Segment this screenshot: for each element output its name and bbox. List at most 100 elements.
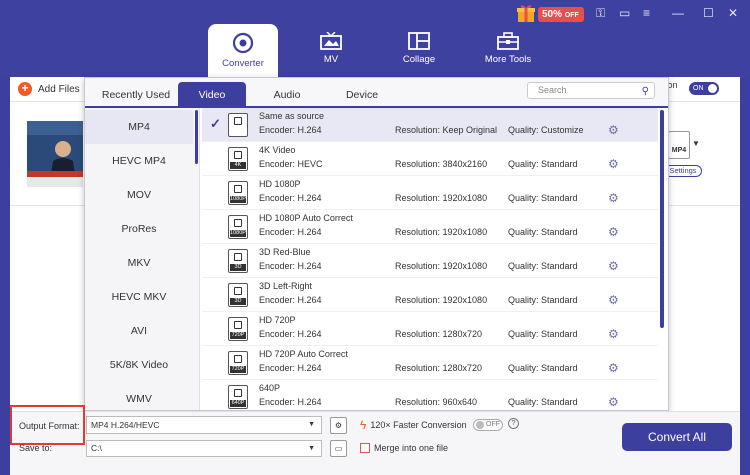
video-file-icon: 3D bbox=[228, 249, 248, 273]
tab-recently-used[interactable]: Recently Used bbox=[96, 78, 176, 106]
preset-quality: Quality: Standard bbox=[508, 159, 578, 169]
converter-icon bbox=[232, 32, 254, 54]
faster-conversion: ϟ 120× Faster Conversion bbox=[360, 418, 467, 432]
preset-row[interactable]: 720P HD 720P Encoder: H.264 Resolution: 128… bbox=[202, 312, 658, 346]
promo-banner[interactable]: 50% OFF bbox=[516, 3, 586, 23]
video-file-icon: 1080P bbox=[228, 181, 248, 205]
key-icon[interactable]: ⚿ bbox=[596, 6, 605, 21]
preset-name: HD 1080P Auto Correct bbox=[259, 213, 353, 223]
preset-row[interactable]: 1080P HD 1080P Auto Correct Encoder: H.264… bbox=[202, 210, 658, 244]
tab-label: More Tools bbox=[484, 54, 532, 65]
format-item[interactable]: HEVC MP4 bbox=[85, 144, 193, 178]
gear-icon[interactable]: ⚙ bbox=[608, 225, 619, 239]
format-item[interactable]: MOV bbox=[85, 178, 193, 212]
output-format-icon[interactable]: MP4 bbox=[668, 131, 690, 159]
preset-quality: Quality: Standard bbox=[508, 363, 578, 373]
preset-row[interactable]: 1080P HD 1080P Encoder: H.264 Resolution: 1… bbox=[202, 176, 658, 210]
preset-row[interactable]: 720P HD 720P Auto Correct Encoder: H.264 Re… bbox=[202, 346, 658, 380]
settings-button[interactable]: Settings bbox=[664, 165, 702, 177]
format-item[interactable]: MKV bbox=[85, 246, 193, 280]
close-icon[interactable]: ✕ bbox=[728, 6, 738, 20]
format-settings-button[interactable]: ⚙ bbox=[330, 417, 347, 434]
menu-icon[interactable]: ≡ bbox=[643, 6, 650, 20]
format-item[interactable]: 5K/8K Video bbox=[85, 348, 193, 382]
preset-name: Same as source bbox=[259, 111, 325, 121]
gear-icon[interactable]: ⚙ bbox=[608, 361, 619, 375]
faster-conversion-toggle[interactable]: OFF bbox=[473, 419, 503, 431]
preset-row[interactable]: 640P 640P Encoder: H.264 Resolution: 960x64… bbox=[202, 380, 658, 414]
video-file-icon: 3D bbox=[228, 283, 248, 307]
mv-icon bbox=[320, 32, 342, 50]
preset-resolution: Resolution: 1920x1080 bbox=[395, 261, 488, 271]
help-icon[interactable]: ? bbox=[508, 418, 519, 429]
preset-resolution: Resolution: 960x640 bbox=[395, 397, 478, 407]
preset-row[interactable]: 3D 3D Red-Blue Encoder: H.264 Resolution: 1… bbox=[202, 244, 658, 278]
format-item[interactable]: HEVC MKV bbox=[85, 280, 193, 314]
gear-icon[interactable]: ⚙ bbox=[608, 157, 619, 171]
preset-encoder: Encoder: H.264 bbox=[259, 397, 322, 407]
gear-icon[interactable]: ⚙ bbox=[608, 395, 619, 409]
chevron-down-icon: ▼ bbox=[308, 421, 315, 428]
convert-all-button[interactable]: Convert All bbox=[622, 423, 732, 451]
preset-quality: Quality: Standard bbox=[508, 397, 578, 407]
tab-mv[interactable]: MV bbox=[296, 24, 366, 74]
preset-encoder: Encoder: H.264 bbox=[259, 193, 322, 203]
video-file-icon bbox=[228, 113, 248, 137]
preset-name: 4K Video bbox=[259, 145, 296, 155]
video-thumbnail[interactable] bbox=[27, 121, 83, 187]
toolbox-icon bbox=[497, 32, 519, 50]
minimize-icon[interactable]: — bbox=[672, 6, 684, 20]
video-file-icon: 720P bbox=[228, 351, 248, 375]
gear-icon[interactable]: ⚙ bbox=[608, 327, 619, 341]
maximize-icon[interactable]: ☐ bbox=[703, 6, 714, 20]
preset-name: 3D Left-Right bbox=[259, 281, 313, 291]
preset-resolution: Resolution: 1280x720 bbox=[395, 363, 483, 373]
preset-row[interactable]: 3D 3D Left-Right Encoder: H.264 Resolution:… bbox=[202, 278, 658, 312]
preset-name: HD 720P Auto Correct bbox=[259, 349, 348, 359]
tab-audio[interactable]: Audio bbox=[257, 78, 317, 106]
tab-label: Converter bbox=[222, 58, 264, 69]
tab-video[interactable]: Video bbox=[178, 82, 246, 108]
preset-encoder: Encoder: H.264 bbox=[259, 227, 322, 237]
add-files-button[interactable]: + Add Files bbox=[18, 80, 88, 98]
preset-encoder: Encoder: H.264 bbox=[259, 261, 322, 271]
save-to-select[interactable]: C:\ ▼ bbox=[86, 440, 322, 457]
open-folder-button[interactable]: ▭ bbox=[330, 440, 347, 457]
search-input[interactable]: Search ⚲ bbox=[527, 82, 655, 99]
video-file-icon: 4K bbox=[228, 147, 248, 171]
format-item[interactable]: MP4 bbox=[85, 110, 193, 144]
preset-encoder: Encoder: HEVC bbox=[259, 159, 323, 169]
preset-row[interactable]: 4K 4K Video Encoder: HEVC Resolution: 3840x… bbox=[202, 142, 658, 176]
format-item[interactable]: AVI bbox=[85, 314, 193, 348]
preset-encoder: Encoder: H.264 bbox=[259, 329, 322, 339]
gear-icon[interactable]: ⚙ bbox=[608, 191, 619, 205]
format-item[interactable]: ProRes bbox=[85, 212, 193, 246]
output-format-select[interactable]: MP4 H.264/HEVC ▼ bbox=[86, 416, 322, 434]
gear-icon[interactable]: ⚙ bbox=[608, 259, 619, 273]
feedback-icon[interactable]: ▭ bbox=[619, 6, 630, 20]
tab-more-tools[interactable]: More Tools bbox=[473, 24, 543, 74]
format-list-scrollbar[interactable] bbox=[195, 110, 198, 164]
preset-quality: Quality: Standard bbox=[508, 193, 578, 203]
merge-checkbox[interactable]: Merge into one file bbox=[360, 443, 448, 453]
tab-device[interactable]: Device bbox=[332, 78, 392, 106]
gear-icon[interactable]: ⚙ bbox=[608, 293, 619, 307]
preset-name: HD 1080P bbox=[259, 179, 301, 189]
preset-list-scrollbar[interactable] bbox=[660, 110, 664, 328]
format-dropdown-arrow-icon[interactable]: ▼ bbox=[692, 139, 700, 148]
preset-quality: Quality: Standard bbox=[508, 329, 578, 339]
gear-icon[interactable]: ⚙ bbox=[608, 123, 619, 137]
merge-toggle[interactable]: ON bbox=[689, 82, 719, 95]
preset-encoder: Encoder: H.264 bbox=[259, 363, 322, 373]
preset-encoder: Encoder: H.264 bbox=[259, 125, 322, 135]
preset-row[interactable]: ✓ Same as source Encoder: H.264 Resolution:… bbox=[202, 108, 658, 142]
preset-name: 3D Red-Blue bbox=[259, 247, 311, 257]
tab-converter[interactable]: Converter bbox=[208, 24, 278, 77]
tab-label: Collage bbox=[402, 54, 436, 65]
preset-resolution: Resolution: 1280x720 bbox=[395, 329, 483, 339]
tab-collage[interactable]: Collage bbox=[384, 24, 454, 74]
search-icon: ⚲ bbox=[641, 86, 649, 97]
chevron-down-icon: ▼ bbox=[308, 445, 315, 452]
collage-icon bbox=[408, 32, 430, 50]
video-file-icon: 720P bbox=[228, 317, 248, 341]
